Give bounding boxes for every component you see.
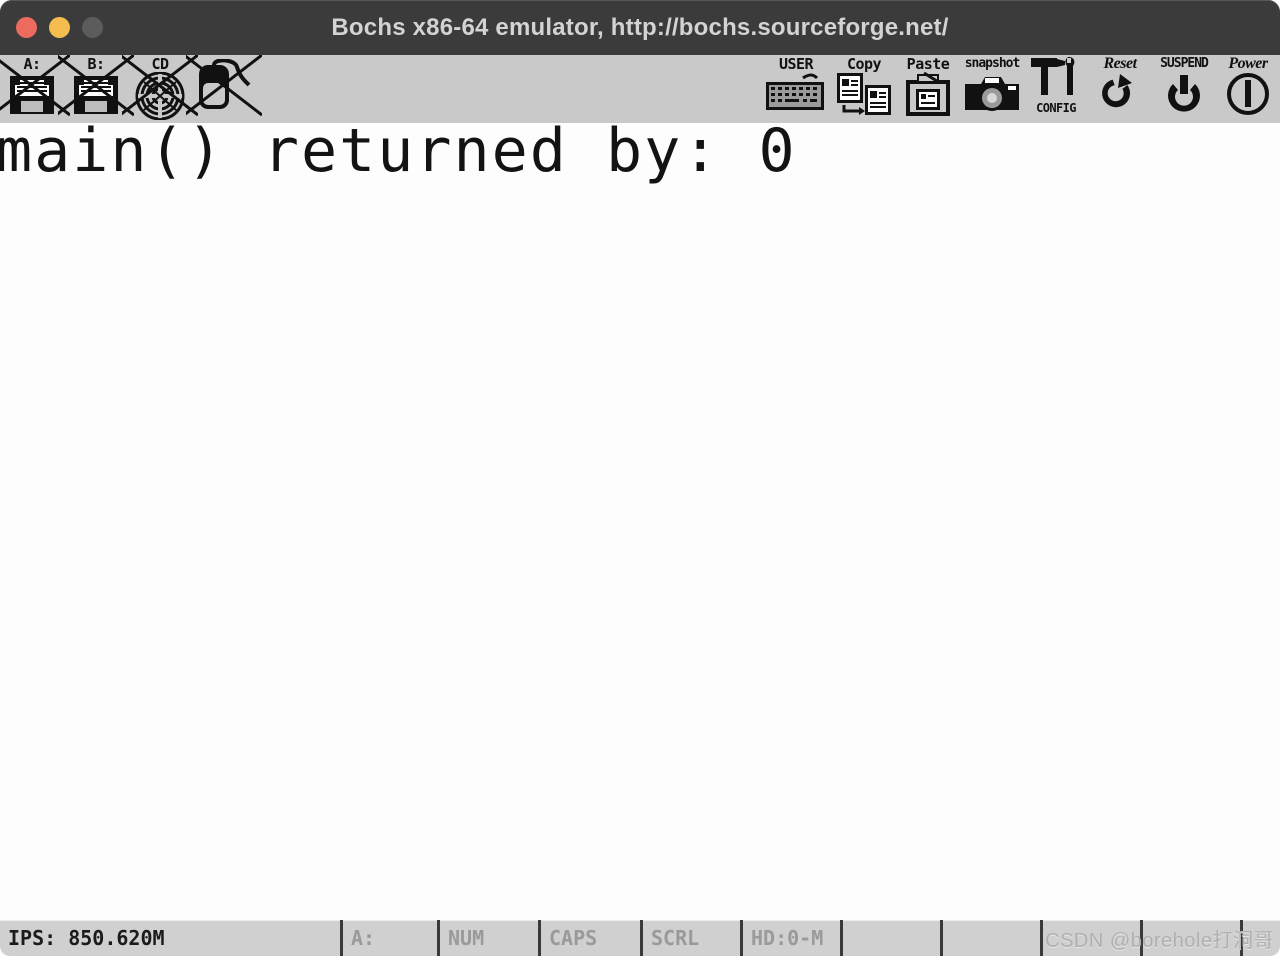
toolbar-left-group: A: B: CD	[0, 55, 262, 123]
toolbar-button-power[interactable]: Power	[1216, 55, 1280, 123]
toolbar-button-floppy-a[interactable]: A:	[0, 55, 70, 123]
window-titlebar: Bochs x86-64 emulator, http://bochs.sour…	[0, 0, 1280, 55]
window-title: Bochs x86-64 emulator, http://bochs.sour…	[331, 14, 949, 41]
keyboard-icon	[763, 72, 829, 119]
status-slot-6	[840, 920, 940, 956]
bochs-window: Bochs x86-64 emulator, http://bochs.sour…	[0, 0, 1280, 956]
toolbar-button-cdrom[interactable]: CD	[122, 55, 198, 123]
toolbar-button-mouse[interactable]	[186, 55, 262, 123]
mouse-icon	[195, 58, 253, 116]
screen-text-line: main() returned by: 0	[0, 123, 797, 186]
toolbar-button-paste[interactable]: Paste	[896, 55, 960, 123]
status-scrl: SCRL	[640, 920, 740, 956]
status-slot-10	[1240, 920, 1280, 956]
toolbar-button-user[interactable]: USER	[760, 55, 832, 123]
copy-label: Copy	[846, 55, 882, 73]
toolbar-button-snapshot[interactable]: snapshot	[960, 55, 1024, 123]
toolbar-button-reset[interactable]: Reset	[1088, 55, 1152, 123]
reset-label: Reset	[1103, 55, 1137, 72]
floppy-b-icon	[68, 72, 124, 123]
toolbar-button-floppy-b[interactable]: B:	[58, 55, 134, 123]
status-num: NUM	[437, 920, 538, 956]
paste-icon	[900, 71, 956, 123]
power-label: Power	[1228, 55, 1268, 72]
status-slot-9	[1140, 920, 1240, 956]
status-slot-8	[1040, 920, 1140, 956]
floppy-b-label: B:	[87, 55, 105, 73]
snapshot-label: snapshot	[964, 56, 1021, 71]
suspend-label: SUSPEND	[1160, 56, 1209, 71]
user-label: USER	[778, 55, 814, 73]
config-icon	[1029, 55, 1083, 102]
reset-icon	[1096, 74, 1144, 121]
suspend-icon	[1161, 74, 1207, 121]
camera-icon	[963, 72, 1021, 121]
status-slot-7	[940, 920, 1040, 956]
status-caps: CAPS	[538, 920, 640, 956]
status-hd: HD:0-M	[740, 920, 840, 956]
power-icon	[1224, 72, 1272, 121]
status-floppy-a: A:	[340, 920, 437, 956]
emulated-screen[interactable]: main() returned by: 0	[0, 123, 1280, 920]
toolbar-button-copy[interactable]: Copy	[832, 55, 896, 123]
copy-icon	[835, 72, 893, 121]
cdrom-icon	[134, 71, 186, 123]
toolbar-button-config[interactable]: CONFIG	[1024, 55, 1088, 123]
floppy-a-label: A:	[23, 55, 41, 73]
bochs-statusbar: IPS: 850.620M A: NUM CAPS SCRL HD:0-M CS…	[0, 920, 1280, 956]
bochs-toolbar: A: B: CD USER Copy Paste snapshot CONFIG…	[0, 55, 1280, 123]
toolbar-right-group: USER Copy Paste snapshot CONFIG Reset SU…	[760, 55, 1280, 123]
status-ips: IPS: 850.620M	[8, 926, 165, 950]
toolbar-button-suspend[interactable]: SUSPEND	[1152, 55, 1216, 123]
floppy-a-icon	[4, 72, 60, 123]
cdrom-label: CD	[151, 55, 169, 73]
paste-label: Paste	[906, 55, 950, 73]
config-label: CONFIG	[1036, 101, 1076, 115]
